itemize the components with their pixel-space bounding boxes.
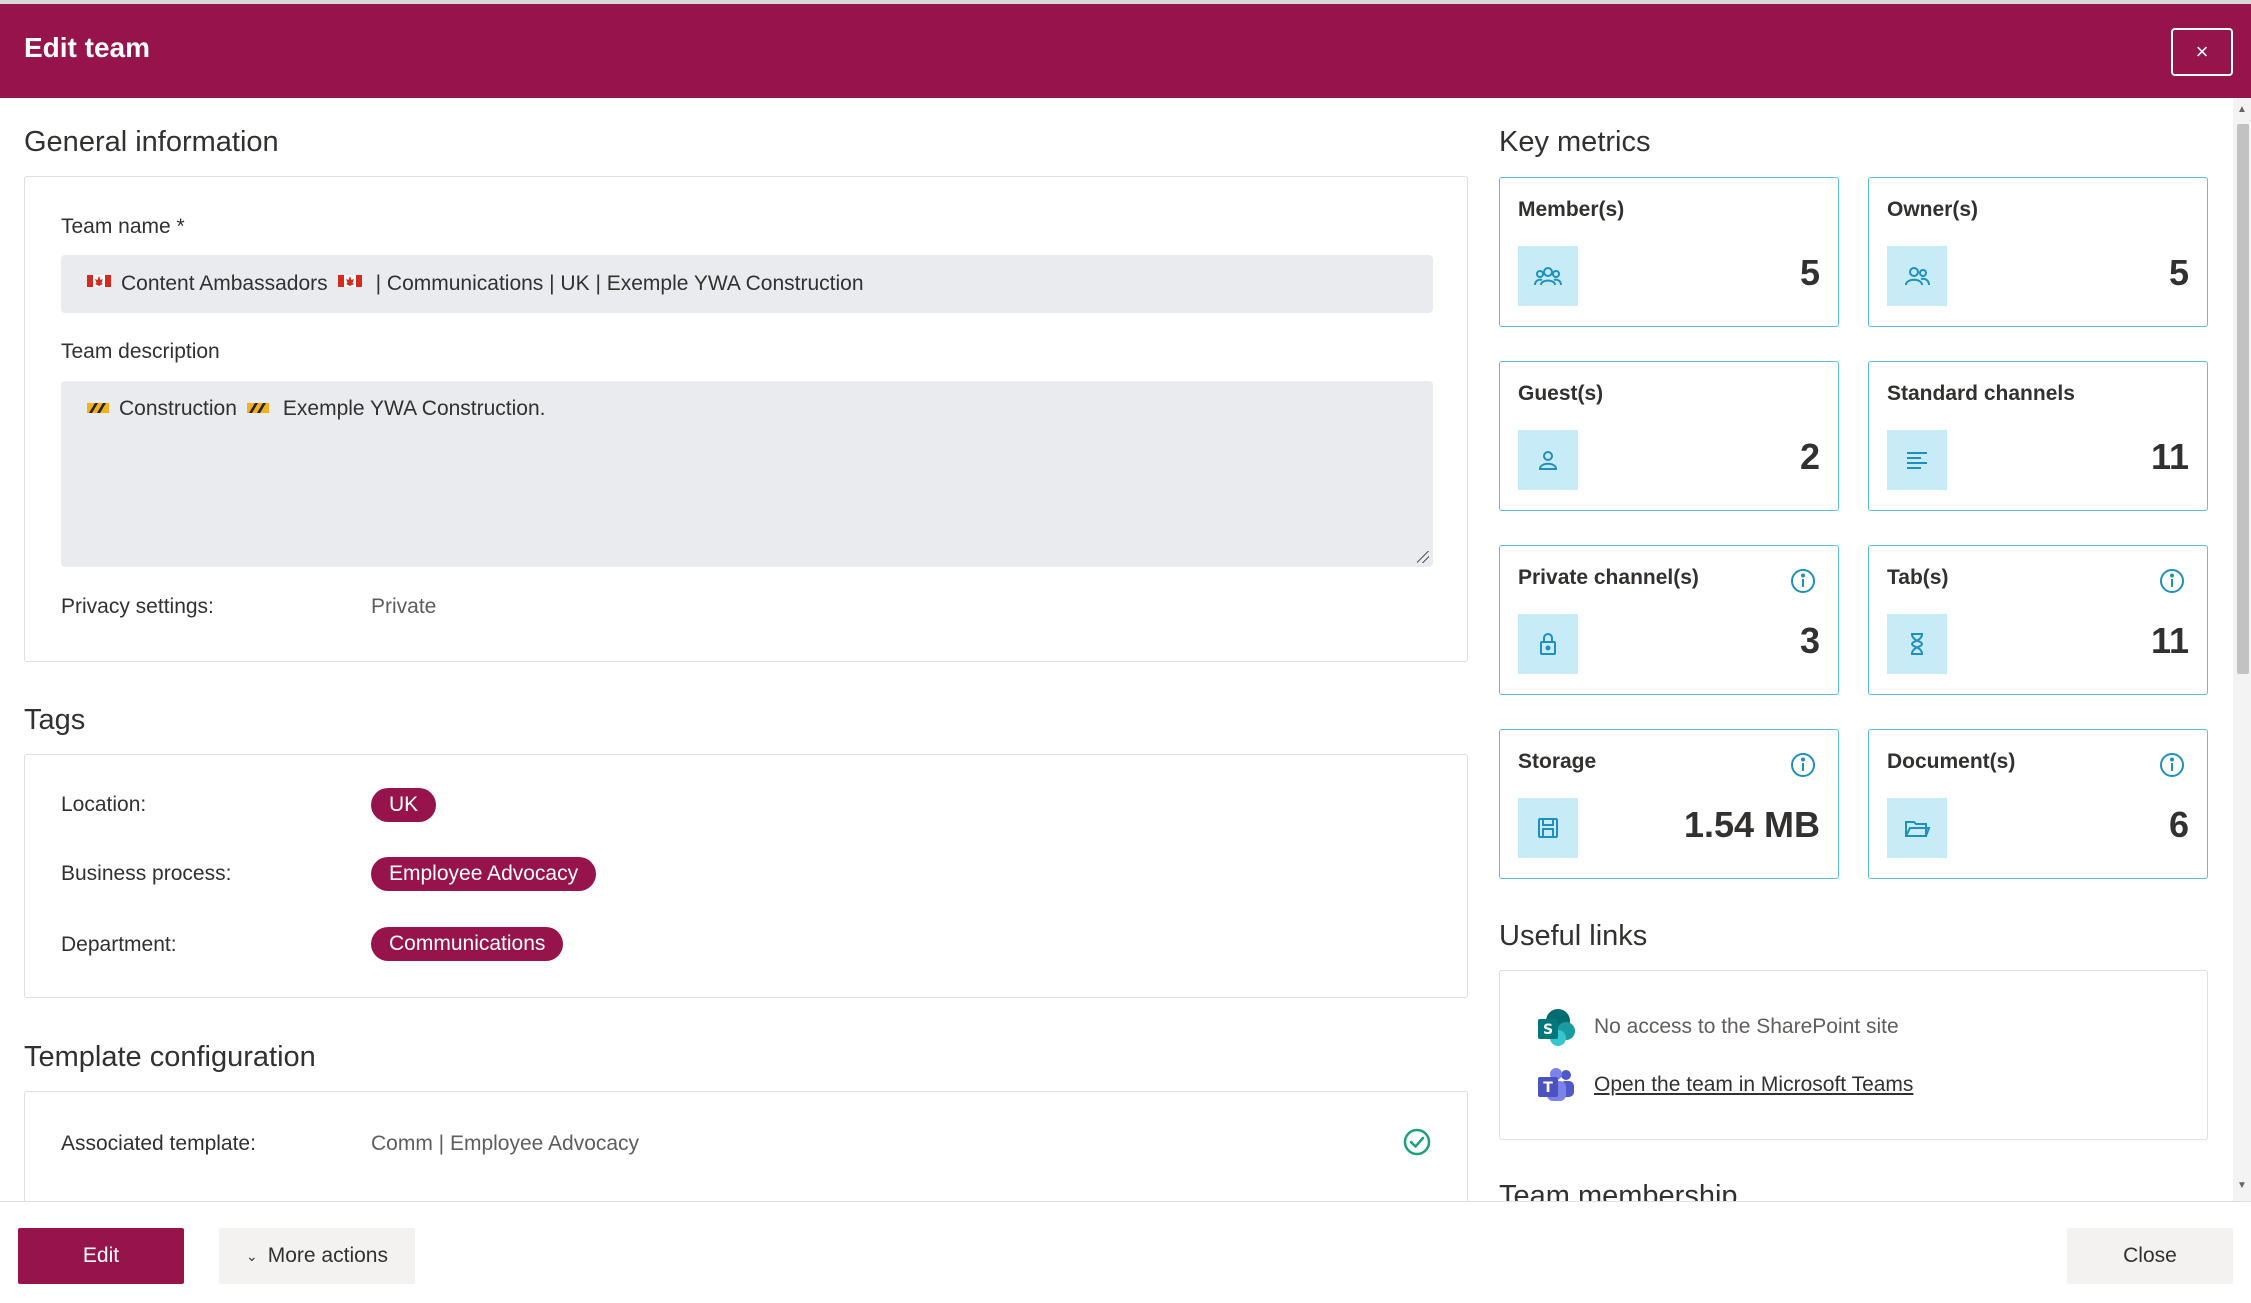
metric-storage: Storage 1.54 MB: [1499, 729, 1839, 879]
tags-card: Location: UK Business process: Employee …: [24, 754, 1468, 998]
close-dialog-button[interactable]: ×: [2171, 28, 2233, 76]
edit-button[interactable]: Edit: [18, 1228, 184, 1284]
open-in-teams-link[interactable]: Open the team in Microsoft Teams: [1594, 1073, 1913, 1097]
team-description-textarea[interactable]: Construction Exemple YWA Construction.: [61, 381, 1433, 567]
associated-template-label: Associated template:: [61, 1132, 256, 1155]
construction-emoji-icon: [246, 397, 269, 421]
close-icon: ×: [2195, 39, 2209, 64]
edit-team-dialog: Edit team × General information Team nam…: [0, 0, 2251, 1303]
metric-guests: Guest(s) 2: [1499, 361, 1839, 511]
scroll-thumb[interactable]: [2237, 124, 2249, 674]
metric-documents: Document(s) 6: [1868, 729, 2208, 879]
teams-icon: T: [1536, 1065, 1576, 1105]
more-actions-button[interactable]: ⌄ More actions: [219, 1228, 415, 1284]
template-config-title: Template configuration: [24, 1041, 316, 1073]
metric-label: Member(s): [1518, 198, 1625, 221]
dialog-content[interactable]: General information Team name * Content …: [0, 98, 2233, 1201]
check-circle-icon: [1403, 1128, 1431, 1156]
metric-label: Owner(s): [1887, 198, 1979, 221]
dialog-title: Edit team: [24, 32, 151, 63]
general-info-card: Team name * Content Ambassadors | Commun…: [24, 176, 1468, 662]
members-icon: [1518, 246, 1578, 306]
metric-value: 5: [1799, 252, 1820, 293]
hourglass-icon: [1887, 614, 1947, 674]
metric-label: Tab(s): [1887, 566, 1949, 589]
privacy-label: Privacy settings:: [61, 595, 214, 618]
info-icon[interactable]: [2159, 568, 2185, 594]
team-name-value: Content Ambassadors: [121, 272, 328, 295]
scroll-up-arrow-icon[interactable]: ▲: [2237, 104, 2247, 115]
info-icon[interactable]: [1790, 568, 1816, 594]
owners-icon: [1887, 246, 1947, 306]
lock-icon: [1518, 614, 1578, 674]
tag-label-location: Location:: [61, 793, 147, 816]
resize-handle[interactable]: [1417, 551, 1429, 563]
construction-emoji-icon: [87, 397, 109, 421]
tag-business-process: Employee Advocacy: [371, 857, 597, 891]
tag-label-department: Department:: [61, 933, 177, 956]
privacy-value: Private: [371, 595, 437, 618]
metric-value: 3: [1799, 620, 1820, 661]
key-metrics-title: Key metrics: [1499, 126, 1651, 158]
scroll-down-arrow-icon[interactable]: ▼: [2237, 1180, 2247, 1191]
team-name-label: Team name *: [61, 215, 185, 238]
metric-value: 5: [2168, 252, 2189, 293]
metric-tabs: Tab(s) 11: [1868, 545, 2208, 695]
metric-label: Document(s): [1887, 750, 2016, 773]
tag-department: Communications: [371, 927, 564, 961]
metric-value: 6: [2168, 804, 2189, 845]
sharepoint-no-access-text: No access to the SharePoint site: [1594, 1015, 1899, 1038]
description-part2: Exemple YWA Construction.: [282, 397, 546, 420]
metric-private-channels: Private channel(s) 3: [1499, 545, 1839, 695]
description-part1: Construction: [119, 397, 237, 420]
chevron-down-icon: ⌄: [246, 1247, 258, 1264]
associated-template-value: Comm | Employee Advocacy: [371, 1132, 640, 1155]
guest-icon: [1518, 430, 1578, 490]
tags-title: Tags: [24, 704, 86, 736]
metric-standard-channels: Standard channels 11: [1868, 361, 2208, 511]
tag-label-business-process: Business process:: [61, 862, 232, 885]
save-icon: [1518, 798, 1578, 858]
metric-value: 2: [1799, 436, 1820, 477]
more-actions-label: More actions: [267, 1244, 388, 1267]
useful-links-title: Useful links: [1499, 920, 1648, 952]
info-icon[interactable]: [1790, 752, 1816, 778]
folder-icon: [1887, 798, 1947, 858]
close-button[interactable]: Close: [2067, 1228, 2233, 1284]
metric-value: 11: [2150, 620, 2189, 661]
team-membership-title: Team membership: [1499, 1180, 1738, 1201]
info-icon[interactable]: [2159, 752, 2185, 778]
channels-icon: [1887, 430, 1947, 490]
metric-members: Member(s) 5: [1499, 177, 1839, 327]
tag-location: UK: [371, 788, 437, 822]
template-card: Associated template: Comm | Employee Adv…: [24, 1091, 1468, 1201]
metric-label: Storage: [1518, 750, 1597, 773]
flag-emoji-icon: [87, 271, 111, 297]
flag-emoji-icon: [337, 271, 362, 297]
svg-text:T: T: [1543, 1080, 1553, 1096]
metric-value: 11: [2150, 436, 2189, 477]
metric-value: 1.54 MB: [1683, 804, 1820, 845]
svg-text:S: S: [1543, 1022, 1553, 1038]
metric-label: Guest(s): [1518, 382, 1604, 405]
team-name-suffix: | Communications | UK | Exemple YWA Cons…: [375, 272, 864, 295]
metric-label: Standard channels: [1887, 382, 2075, 405]
dialog-footer: Edit ⌄ More actions Close: [0, 1201, 2251, 1303]
team-description-label: Team description: [61, 340, 220, 363]
dialog-header: Edit team ×: [0, 4, 2251, 98]
general-info-title: General information: [24, 126, 279, 158]
sharepoint-icon: S: [1536, 1007, 1576, 1047]
metric-owners: Owner(s) 5: [1868, 177, 2208, 327]
team-name-input[interactable]: Content Ambassadors | Communications | U…: [61, 255, 1433, 313]
metric-label: Private channel(s): [1518, 566, 1699, 589]
useful-links-card: S No access to the SharePoint site T Ope…: [1499, 970, 2208, 1140]
